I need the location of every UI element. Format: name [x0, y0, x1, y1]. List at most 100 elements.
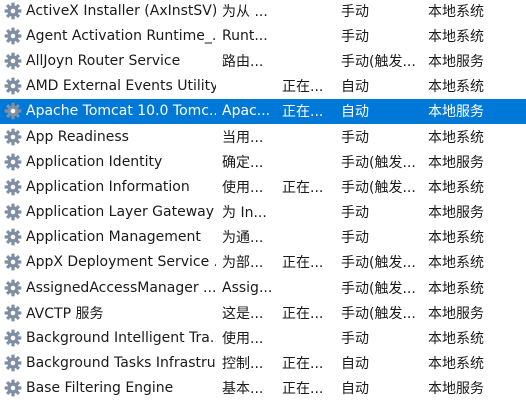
service-description: 当用...: [222, 129, 264, 146]
service-status: 正在...: [282, 255, 324, 272]
service-logon-as: 本地服务: [428, 104, 484, 121]
service-startup-type: 手动: [341, 129, 369, 146]
service-startup-type: 手动(触发...: [341, 53, 416, 70]
service-status: [282, 325, 334, 350]
service-row[interactable]: Agent Activation Runtime_... Runt... 手动 …: [0, 23, 526, 48]
service-status: [282, 48, 334, 73]
gear-icon: [3, 225, 23, 250]
service-row[interactable]: Background Intelligent Tra... 使用... 手动 本…: [0, 325, 526, 350]
service-startup-type: 手动(触发...: [341, 280, 416, 297]
service-description: [222, 74, 274, 99]
service-row[interactable]: AppX Deployment Service ... 为部... 正在... …: [0, 250, 526, 275]
service-description: 路由...: [222, 53, 264, 70]
gear-icon: [3, 124, 23, 149]
service-name: Base Filtering Engine: [26, 380, 174, 397]
service-status: [282, 124, 334, 149]
service-name: Background Intelligent Tra...: [26, 330, 216, 347]
service-name: Application Information: [26, 178, 190, 195]
gear-icon: [3, 325, 23, 350]
service-status: [282, 225, 334, 250]
gear-icon: [3, 376, 23, 401]
service-status: [282, 275, 334, 300]
service-name: AllJoyn Router Service: [26, 52, 181, 69]
service-name: Application Management: [26, 229, 201, 246]
service-logon-as: 本地服务: [428, 205, 484, 222]
service-name: AVCTP 服务: [26, 305, 104, 322]
service-status: [282, 200, 334, 225]
service-status: 正在...: [282, 356, 324, 373]
service-startup-type: 自动: [341, 381, 369, 398]
gear-icon: [3, 351, 23, 376]
service-row[interactable]: Application Layer Gateway ... 为 In... 手动…: [0, 200, 526, 225]
service-description: 这是...: [222, 305, 264, 322]
service-startup-type: 手动: [341, 28, 369, 45]
service-logon-as: 本地系统: [428, 179, 484, 196]
service-logon-as: 本地系统: [428, 356, 484, 373]
service-row[interactable]: App Readiness 当用... 手动 本地系统: [0, 124, 526, 149]
service-startup-type: 手动(触发...: [341, 154, 416, 171]
gear-icon: [3, 200, 23, 225]
service-startup-type: 自动: [341, 79, 369, 96]
service-name: Agent Activation Runtime_...: [26, 27, 216, 44]
service-status: 正在...: [282, 104, 324, 121]
service-row[interactable]: ActiveX Installer (AxInstSV) 为从 ... 手动 本…: [0, 0, 526, 23]
service-row[interactable]: AMD External Events Utility 正在... 自动 本地系…: [0, 74, 526, 99]
service-status: [282, 23, 334, 48]
service-description: 为部...: [222, 255, 264, 272]
service-name: AppX Deployment Service ...: [26, 254, 216, 271]
gear-icon: [3, 74, 23, 99]
gear-icon: [3, 250, 23, 275]
service-description: 基本...: [222, 381, 264, 398]
service-description: 为通...: [222, 230, 264, 247]
service-row[interactable]: Base Filtering Engine 基本... 正在... 自动 本地服…: [0, 376, 526, 401]
service-startup-type: 手动(触发...: [341, 255, 416, 272]
gear-icon: [3, 174, 23, 199]
service-startup-type: 手动(触发...: [341, 179, 416, 196]
service-row[interactable]: Application Management 为通... 手动 本地系统: [0, 225, 526, 250]
gear-icon: [3, 149, 23, 174]
service-description: Runt...: [222, 27, 268, 44]
service-row[interactable]: AVCTP 服务 这是... 正在... 手动(触发... 本地服务: [0, 300, 526, 325]
service-status: 正在...: [282, 79, 324, 96]
service-name: ActiveX Installer (AxInstSV): [26, 2, 216, 19]
service-logon-as: 本地服务: [428, 305, 484, 322]
service-name: AMD External Events Utility: [26, 78, 216, 95]
services-list: ActiveX Installer (AxInstSV) 为从 ... 手动 本…: [0, 0, 526, 401]
service-status: [282, 149, 334, 174]
service-logon-as: 本地系统: [428, 129, 484, 146]
service-startup-type: 手动: [341, 230, 369, 247]
service-logon-as: 本地服务: [428, 381, 484, 398]
service-row[interactable]: Background Tasks Infrastru... 控制... 正在..…: [0, 351, 526, 376]
service-name: Application Layer Gateway ...: [26, 204, 216, 221]
service-row-selected[interactable]: Apache Tomcat 10.0 Tomc... Apac... 正在...…: [0, 98, 526, 124]
service-logon-as: 本地系统: [428, 331, 484, 348]
service-startup-type: 手动: [341, 3, 369, 20]
service-status: [282, 0, 334, 23]
service-logon-as: 本地系统: [428, 79, 484, 96]
service-row[interactable]: AllJoyn Router Service 路由... 手动(触发... 本地…: [0, 48, 526, 73]
service-row[interactable]: AssignedAccessManager ... Assig... 手动(触发…: [0, 275, 526, 300]
service-description: 确定...: [222, 154, 264, 171]
service-status: 正在...: [282, 179, 324, 196]
service-logon-as: 本地系统: [428, 255, 484, 272]
service-logon-as: 本地系统: [428, 280, 484, 297]
gear-icon: [3, 48, 23, 73]
service-status: 正在...: [282, 305, 324, 322]
service-startup-type: 手动: [341, 331, 369, 348]
service-startup-type: 手动: [341, 205, 369, 222]
service-name: Apache Tomcat 10.0 Tomc...: [26, 103, 216, 120]
service-logon-as: 本地系统: [428, 28, 484, 45]
service-status: 正在...: [282, 381, 324, 398]
gear-icon: [3, 300, 23, 325]
gear-icon: [3, 99, 23, 124]
service-description: 使用...: [222, 331, 264, 348]
service-description: Assig...: [222, 279, 273, 296]
service-description: 控制...: [222, 356, 264, 373]
service-row[interactable]: Application Identity 确定... 手动(触发... 本地服务: [0, 149, 526, 174]
gear-icon: [3, 0, 23, 23]
service-row[interactable]: Application Information 使用... 正在... 手动(触…: [0, 174, 526, 199]
service-logon-as: 本地系统: [428, 230, 484, 247]
gear-icon: [3, 23, 23, 48]
service-startup-type: 手动(触发...: [341, 305, 416, 322]
service-description: 使用...: [222, 179, 264, 196]
